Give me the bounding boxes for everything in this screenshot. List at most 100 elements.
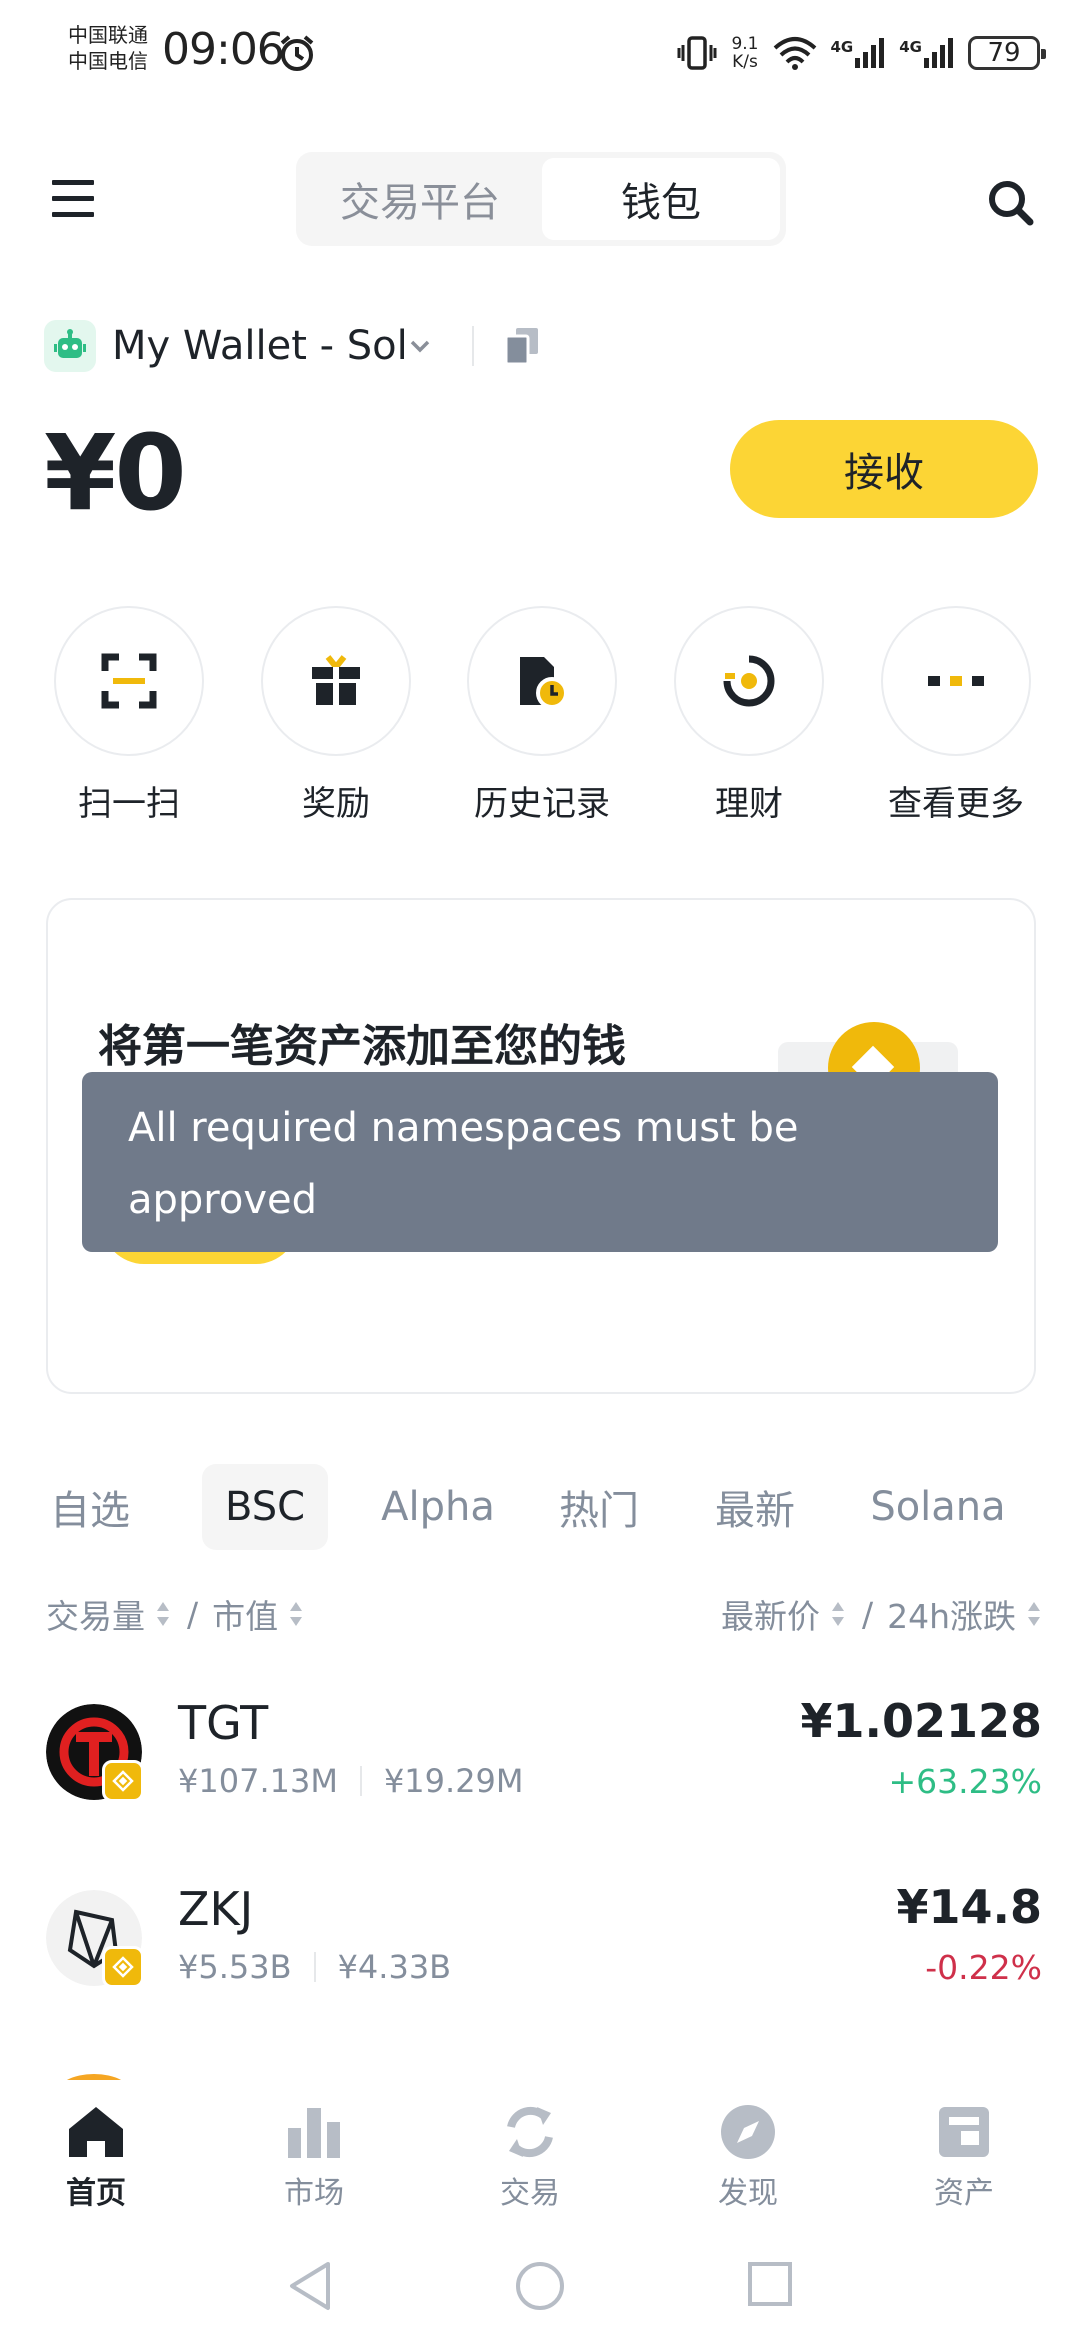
bsc-chain-badge-icon (102, 1760, 144, 1802)
market-tabs: 自选 BSC Alpha 热门 最新 Solana (46, 1464, 1046, 1550)
quick-action-circle[interactable] (881, 606, 1031, 756)
nav-label: 资产 (934, 2176, 994, 2211)
coin-row-tgt[interactable]: TGT ¥107.13M ¥19.29M ¥1.02128 +63.23% (46, 1690, 1042, 1830)
tab-bsc[interactable]: BSC (202, 1464, 328, 1550)
quick-action-circle[interactable] (54, 606, 204, 756)
quick-action-circle[interactable] (674, 606, 824, 756)
coin-price: ¥1.02128 (800, 1694, 1042, 1748)
tab-solana[interactable]: Solana (868, 1464, 1008, 1550)
menu-icon[interactable] (52, 180, 94, 222)
quick-action-more[interactable]: 查看更多 (881, 606, 1031, 825)
coin-row-zkj[interactable]: ZKJ ¥5.53B ¥4.33B ¥14.8 -0.22% (46, 1876, 1042, 2016)
nav-label: 交易 (500, 2176, 560, 2211)
quick-action-circle[interactable] (467, 606, 617, 756)
battery-indicator: 79 (968, 36, 1046, 70)
coin-symbol: ZKJ (178, 1882, 254, 1936)
home-circle-icon[interactable] (514, 2260, 566, 2312)
carrier-1: 中国联通 (68, 23, 148, 47)
quick-action-rewards[interactable]: 奖励 (261, 606, 411, 825)
wallet-balance: ¥0 (44, 412, 187, 534)
coin-price: ¥14.8 (896, 1880, 1042, 1934)
nav-market[interactable]: 市场 (244, 2100, 384, 2212)
quick-action-history[interactable]: 历史记录 (467, 606, 617, 825)
nav-label: 发现 (718, 2176, 778, 2211)
coin-change: -0.22% (925, 1948, 1042, 1987)
sort-left: 交易量 / 市值 (46, 1590, 316, 1638)
coin-market-cap: ¥4.33B (337, 1948, 452, 1986)
sort-separator: / (187, 1594, 199, 1634)
nav-label: 首页 (66, 2176, 126, 2211)
nav-label: 市场 (284, 2176, 344, 2211)
trade-icon (507, 2106, 553, 2158)
search-icon[interactable] (986, 178, 1034, 226)
quick-action-label: 查看更多 (888, 784, 1024, 824)
tab-new[interactable]: 最新 (710, 1464, 800, 1550)
coin-volume: ¥5.53B (178, 1948, 292, 1986)
quick-action-label: 理财 (715, 784, 783, 824)
tab-favorites[interactable]: 自选 (46, 1464, 134, 1550)
tab-exchange[interactable]: 交易平台 (302, 158, 538, 240)
robot-icon (54, 329, 86, 358)
scan-icon (101, 653, 157, 709)
net-speed: 9.1 K/s (731, 35, 758, 71)
net-speed-value: 9.1 (731, 34, 759, 54)
signal-2: 4G (899, 38, 954, 68)
quick-action-scan[interactable]: 扫一扫 (54, 606, 204, 825)
sort-arrows-icon[interactable] (1026, 1600, 1042, 1628)
nav-discover[interactable]: 发现 (678, 2100, 818, 2212)
sort-arrows-icon[interactable] (830, 1600, 846, 1628)
market-icon (288, 2108, 340, 2158)
tab-hot[interactable]: 热门 (554, 1464, 644, 1550)
nav-home[interactable]: 首页 (26, 2100, 166, 2212)
tab-alpha[interactable]: Alpha (368, 1464, 508, 1550)
copy-icon[interactable] (504, 326, 540, 366)
coin-stats: ¥5.53B ¥4.33B (178, 1948, 451, 1986)
sort-last-price[interactable]: 最新价 (721, 1590, 820, 1638)
sort-market-cap[interactable]: 市值 (212, 1590, 278, 1638)
gift-icon (312, 655, 360, 705)
system-navigation (0, 2240, 1080, 2340)
quick-action-earn[interactable]: 理财 (674, 606, 824, 825)
tab-wallet[interactable]: 钱包 (542, 158, 780, 240)
battery-level: 79 (987, 38, 1021, 68)
sort-volume[interactable]: 交易量 (46, 1590, 145, 1638)
sort-header: 交易量 / 市值 最新价 / 24h涨跌 (46, 1590, 1042, 1636)
promo-title: 将第一笔资产添加至您的钱 (98, 1021, 626, 1072)
chevron-down-icon[interactable] (408, 334, 432, 358)
sort-arrows-icon[interactable] (155, 1600, 171, 1628)
clock: 09:06 (162, 24, 285, 75)
earn-icon (723, 655, 775, 707)
wallet-avatar[interactable] (44, 320, 96, 372)
bsc-chain-badge-icon (102, 1946, 144, 1988)
vibrate-icon (677, 36, 717, 70)
nav-assets[interactable]: 资产 (894, 2100, 1034, 2212)
back-icon[interactable] (286, 2260, 334, 2312)
signal-2-label: 4G (899, 38, 922, 56)
quick-action-label: 历史记录 (474, 784, 610, 824)
bottom-navigation: 首页 市场 交易 发现 资产 (0, 2080, 1080, 2220)
coin-row-partial[interactable] (46, 2068, 1042, 2080)
coin-change: +63.23% (888, 1762, 1042, 1801)
more-icon (928, 676, 984, 686)
net-speed-unit: K/s (732, 52, 758, 72)
wallet-name[interactable]: My Wallet - Sol (112, 320, 408, 372)
receive-button[interactable]: 接收 (730, 420, 1038, 518)
sort-24h-change[interactable]: 24h涨跌 (887, 1590, 1016, 1638)
sort-right: 最新价 / 24h涨跌 (721, 1590, 1042, 1638)
history-icon (520, 657, 568, 709)
sort-arrows-icon[interactable] (288, 1600, 304, 1628)
recents-icon[interactable] (746, 2260, 794, 2308)
nav-trade[interactable]: 交易 (460, 2100, 600, 2212)
home-icon (69, 2107, 123, 2157)
signal-bars-icon (855, 38, 885, 68)
assets-icon (939, 2107, 989, 2157)
status-icons: 9.1 K/s 4G 4G 79 (677, 28, 1046, 78)
coin-symbol: TGT (178, 1696, 269, 1750)
status-bar: 中国联通 中国电信 09:06 9.1 K/s 4G 4G 79 (0, 0, 1080, 110)
error-toast: All required namespaces must be approved (82, 1072, 998, 1252)
quick-action-label: 扫一扫 (78, 784, 180, 824)
coin-market-cap: ¥19.29M (383, 1762, 524, 1800)
carrier-2: 中国电信 (68, 49, 148, 73)
quick-action-circle[interactable] (261, 606, 411, 756)
signal-1: 4G (831, 38, 886, 68)
